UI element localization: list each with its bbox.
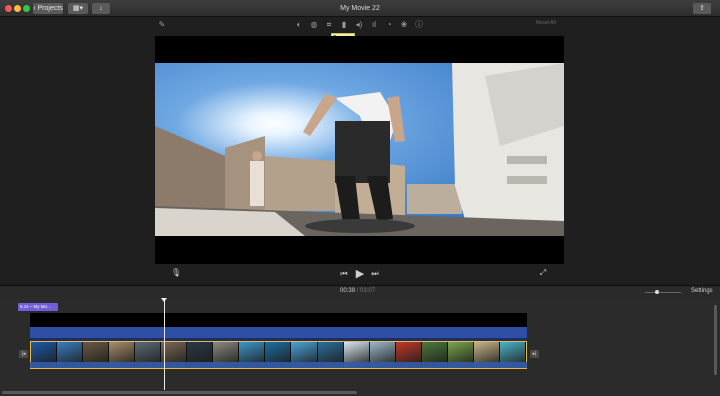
- share-button[interactable]: ⇪: [693, 3, 711, 14]
- playhead[interactable]: [164, 300, 165, 390]
- color-correction-icon[interactable]: ◍: [308, 19, 320, 31]
- info-icon[interactable]: ⓘ: [413, 19, 425, 31]
- stabilization-icon[interactable]: ▮: [338, 19, 350, 31]
- volume-icon[interactable]: ◂): [353, 19, 365, 31]
- timecode: 00:39 / 03:07: [340, 288, 375, 294]
- filter-icon[interactable]: ❀: [398, 19, 410, 31]
- play-icon[interactable]: ▶: [354, 267, 366, 280]
- settings-button[interactable]: Settings: [691, 288, 713, 294]
- current-time: 00:39: [340, 288, 356, 294]
- video-viewer[interactable]: [155, 36, 564, 264]
- crop-icon[interactable]: ⌗: [323, 19, 335, 31]
- background-track[interactable]: [30, 327, 527, 338]
- title-bar: ‹ Projects ▦▾ ↓ My Movie 22 ⇪: [0, 0, 720, 17]
- timeline-zoom-slider[interactable]: [645, 292, 681, 293]
- reset-all-button[interactable]: Reset All: [536, 20, 556, 26]
- project-title-tag[interactable]: 6.1s – My Mo…: [18, 303, 58, 311]
- video-frame-image: [155, 63, 564, 236]
- time-separator: /: [356, 288, 359, 294]
- vertical-scrollbar[interactable]: [714, 305, 717, 375]
- share-icon: ⇪: [699, 5, 705, 12]
- total-time: 03:07: [360, 288, 376, 294]
- audio-waveform[interactable]: [30, 362, 527, 368]
- time-row: 00:39 / 03:07: [0, 286, 720, 298]
- collapse-right-button[interactable]: ▸|: [530, 350, 539, 358]
- horizontal-scrollbar[interactable]: [2, 391, 357, 394]
- window-title: My Movie 22: [340, 5, 380, 12]
- speed-icon[interactable]: ◔: [383, 19, 395, 31]
- skip-forward-icon[interactable]: ⏭: [370, 269, 380, 279]
- playback-controls: 🎙 ⏮ ▶ ⏭ ⤢: [0, 265, 720, 283]
- noise-reduction-icon[interactable]: ıl: [368, 19, 380, 31]
- fullscreen-icon[interactable]: ⤢: [538, 268, 548, 278]
- microphone-icon[interactable]: 🎙: [171, 268, 181, 277]
- adjustment-toolbar: ✎ ◐ ◍ ⌗ ▮ ◂) ıl ◔ ❀ ⓘ: [0, 17, 720, 35]
- skip-back-icon[interactable]: ⏮: [339, 269, 349, 279]
- collapse-left-button[interactable]: |◂: [19, 350, 28, 358]
- color-balance-icon[interactable]: ◐: [293, 19, 305, 31]
- timeline-zoom-knob[interactable]: [655, 290, 659, 294]
- magic-wand-icon[interactable]: ✎: [156, 19, 168, 31]
- title-track[interactable]: [30, 313, 527, 328]
